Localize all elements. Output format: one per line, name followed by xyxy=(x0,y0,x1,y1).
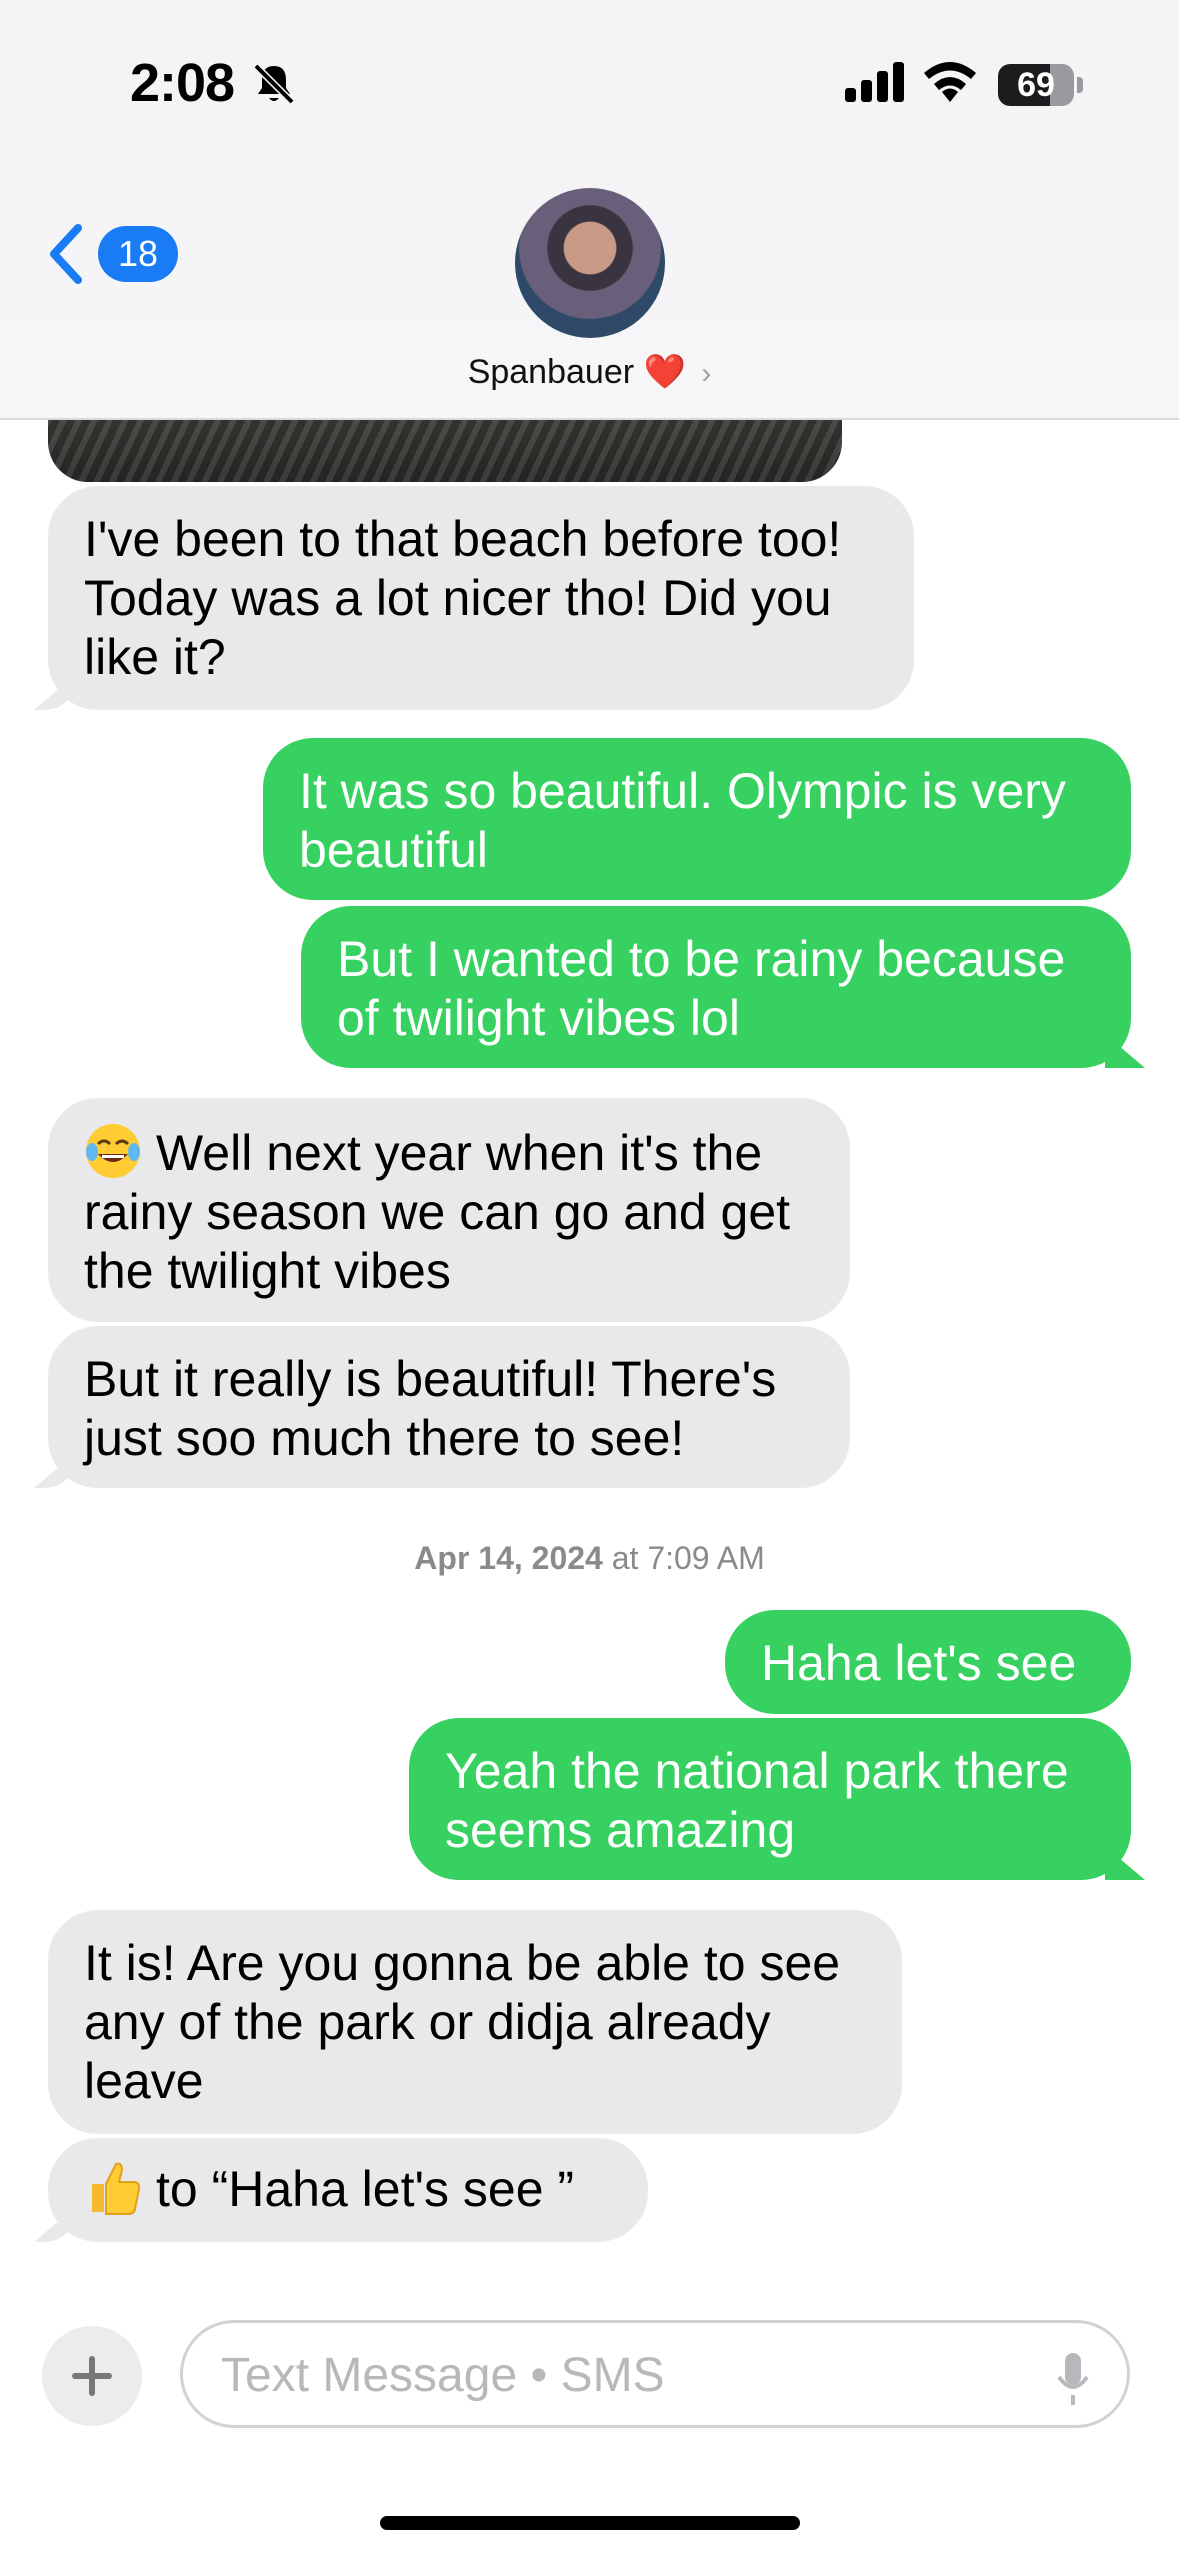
conversation-header: 2:08 69 18 Spanbauer ❤️ › xyxy=(0,0,1179,420)
message-sent[interactable]: Haha let's see xyxy=(725,1610,1131,1714)
contact-name-button[interactable]: Spanbauer ❤️ › xyxy=(0,352,1179,392)
timestamp-at: at xyxy=(611,1540,639,1576)
contact-avatar[interactable] xyxy=(515,188,665,338)
message-text: Haha let's see xyxy=(761,1635,1077,1691)
message-received[interactable]: to “Haha let's see ” xyxy=(48,2138,648,2242)
message-text: It was so beautiful. Olympic is very bea… xyxy=(299,763,1066,878)
chevron-left-icon xyxy=(50,224,82,284)
message-sent[interactable]: Yeah the national park there seems amazi… xyxy=(409,1718,1131,1880)
message-received[interactable]: I've been to that beach before too! Toda… xyxy=(48,486,914,710)
microphone-icon[interactable] xyxy=(1053,2349,1093,2409)
thumbs-up-emoji xyxy=(92,2162,141,2215)
message-text: to “Haha let's see ” xyxy=(156,2161,575,2217)
message-input[interactable] xyxy=(219,2341,983,2409)
message-text: But it really is beautiful! There's just… xyxy=(84,1351,777,1466)
cellular-signal-icon xyxy=(845,62,904,102)
message-received[interactable]: Well next year when it's the rainy seaso… xyxy=(48,1098,850,1322)
home-indicator[interactable] xyxy=(380,2516,800,2530)
battery-indicator: 69 xyxy=(998,64,1074,106)
message-text: Well next year when it's the rainy seaso… xyxy=(84,1125,791,1299)
message-sent[interactable]: It was so beautiful. Olympic is very bea… xyxy=(263,738,1131,900)
message-received[interactable]: It is! Are you gonna be able to see any … xyxy=(48,1910,902,2134)
wifi-icon xyxy=(924,62,976,102)
contact-name: Spanbauer xyxy=(467,353,635,391)
heart-emoji: ❤️ xyxy=(643,353,686,391)
message-received[interactable]: But it really is beautiful! There's just… xyxy=(48,1326,850,1488)
battery-tip xyxy=(1077,77,1083,93)
message-text: Yeah the national park there seems amazi… xyxy=(445,1743,1069,1858)
battery-percent: 69 xyxy=(1017,66,1055,104)
plus-button[interactable] xyxy=(42,2326,142,2426)
tears-of-joy-emoji xyxy=(86,1124,140,1178)
message-text: But I wanted to be rainy because of twil… xyxy=(337,931,1066,1046)
timestamp-time: 7:09 AM xyxy=(647,1540,765,1576)
status-time: 2:08 xyxy=(130,53,235,113)
timestamp-date: Apr 14, 2024 xyxy=(414,1540,603,1576)
bell-slash-icon xyxy=(253,63,295,105)
timestamp: Apr 14, 2024 at 7:09 AM xyxy=(0,1540,1179,1577)
back-button[interactable]: 18 xyxy=(44,222,179,286)
chevron-right-icon: › xyxy=(701,357,712,390)
message-text: It is! Are you gonna be able to see any … xyxy=(84,1935,841,2109)
message-input-container[interactable] xyxy=(180,2320,1130,2428)
unread-count-badge: 18 xyxy=(98,226,179,282)
message-sent[interactable]: But I wanted to be rainy because of twil… xyxy=(301,906,1131,1068)
message-text: I've been to that beach before too! Toda… xyxy=(84,511,842,685)
